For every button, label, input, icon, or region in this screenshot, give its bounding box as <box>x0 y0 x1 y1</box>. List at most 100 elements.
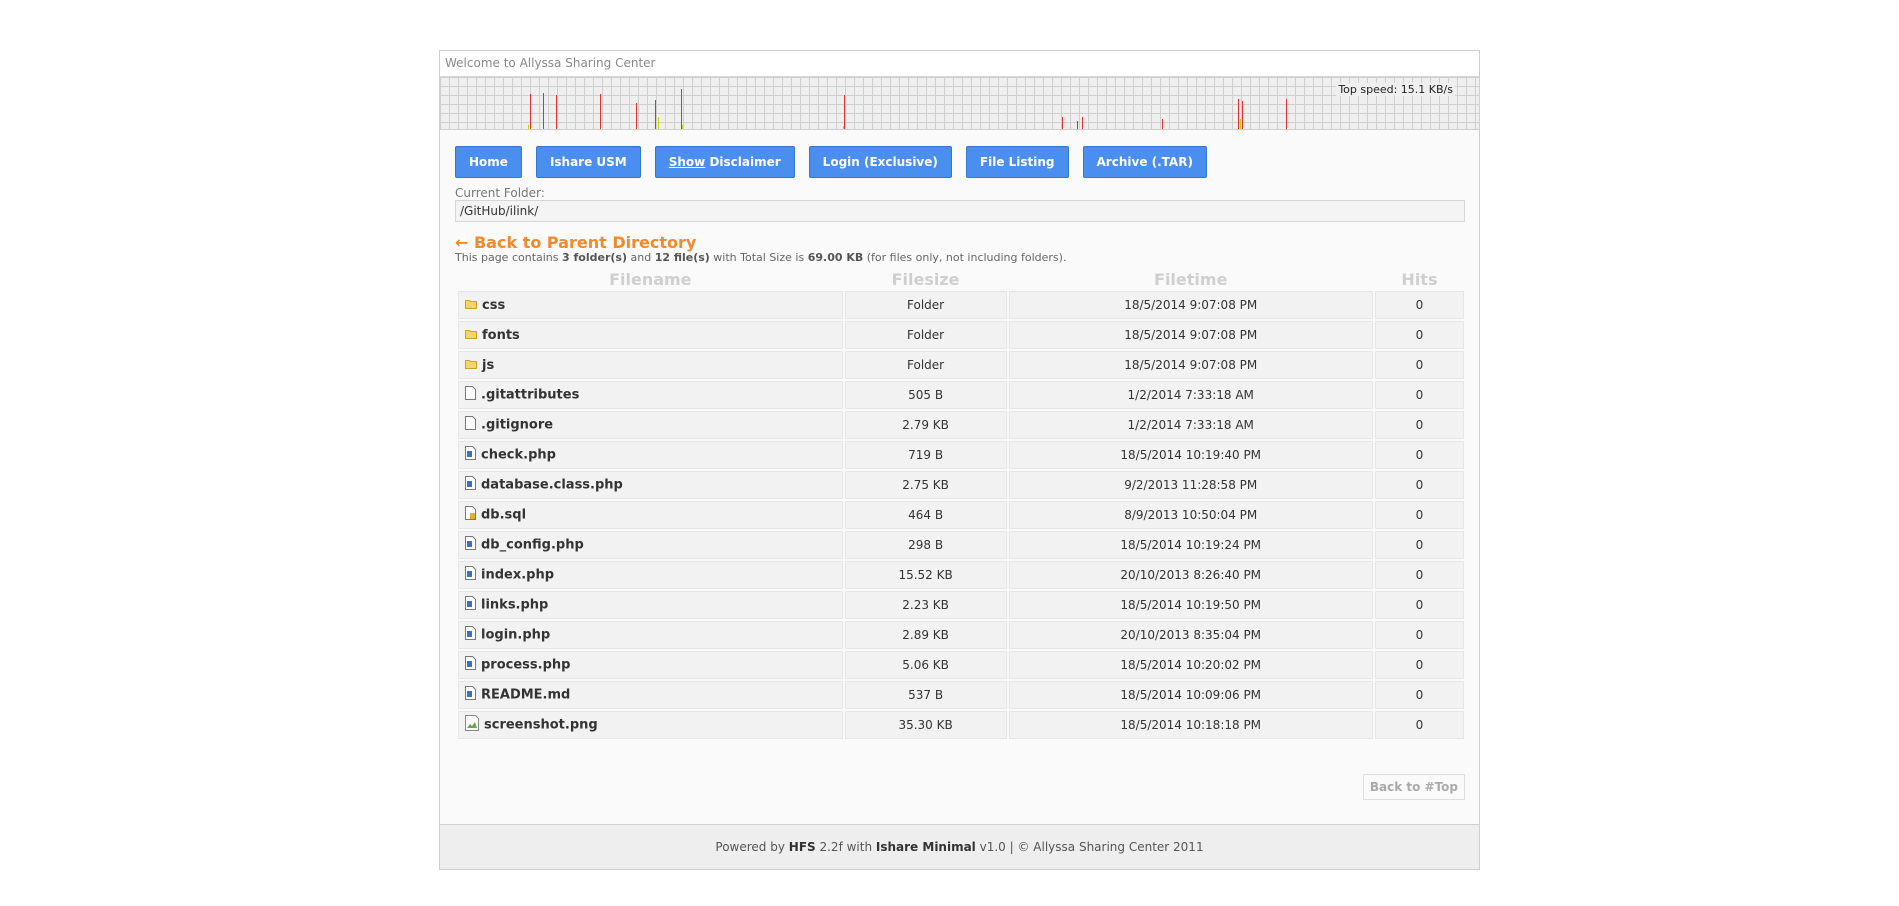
file-link[interactable]: .gitignore <box>481 418 553 433</box>
filetime-cell: 18/5/2014 10:18:18 PM <box>1008 711 1373 739</box>
filename-cell: check.php <box>458 441 843 469</box>
file-link[interactable]: check.php <box>481 448 556 463</box>
file-link[interactable]: js <box>482 358 494 373</box>
folder-icon <box>465 298 477 313</box>
filename-cell: db_config.php <box>458 531 843 559</box>
file-row: db.sql 464 B 8/9/2013 10:50:04 PM 0 <box>458 501 1464 529</box>
current-folder-label: Current Folder: <box>455 186 545 200</box>
hits-cell: 0 <box>1374 471 1464 499</box>
php-file-icon <box>465 476 476 494</box>
hits-cell: 0 <box>1374 621 1464 649</box>
hits-cell: 0 <box>1374 321 1464 349</box>
speed-graph-spike <box>528 125 529 129</box>
file-link[interactable]: index.php <box>481 568 554 583</box>
speed-graph-spike <box>1286 99 1287 129</box>
file-row: db_config.php 298 B 18/5/2014 10:19:24 PM 0 <box>458 531 1464 559</box>
ishare-usm-button[interactable]: Ishare USM <box>535 146 641 178</box>
filename-cell: screenshot.png <box>458 711 843 739</box>
file-link[interactable]: links.php <box>481 598 548 613</box>
file-icon <box>465 416 476 434</box>
footer: Powered by HFS 2.2f with Ishare Minimal … <box>440 824 1479 869</box>
filesize-cell: 505 B <box>844 381 1007 409</box>
welcome-banner: Welcome to Allyssa Sharing Center <box>440 51 1479 77</box>
filesize-cell: Folder <box>844 351 1007 379</box>
speed-graph-spike <box>556 95 557 129</box>
filesize-cell: 15.52 KB <box>844 561 1007 589</box>
php-file-icon <box>465 686 476 704</box>
filetime-cell: 8/9/2013 10:50:04 PM <box>1008 501 1373 529</box>
hfs-link[interactable]: HFS <box>789 840 816 854</box>
file-link[interactable]: database.class.php <box>481 478 623 493</box>
filetime-header[interactable]: Filetime <box>1009 271 1373 289</box>
filename-cell: process.php <box>458 651 843 679</box>
back-to-top-button[interactable]: Back to #Top <box>1362 774 1465 800</box>
file-link[interactable]: .gitattributes <box>481 388 579 403</box>
file-row: login.php 2.89 KB 20/10/2013 8:35:04 PM 0 <box>458 621 1464 649</box>
speed-graph-spike <box>844 95 845 129</box>
current-folder-path: /GitHub/ilink/ <box>455 200 1465 222</box>
speed-graph-spike <box>658 117 659 129</box>
filename-cell: fonts <box>458 321 843 349</box>
file-link[interactable]: db.sql <box>481 508 526 523</box>
hits-cell: 0 <box>1374 411 1464 439</box>
speed-graph-spike <box>1242 101 1243 129</box>
filesize-cell: 2.89 KB <box>844 621 1007 649</box>
file-link[interactable]: fonts <box>482 328 520 343</box>
filetime-cell: 9/2/2013 11:28:58 PM <box>1008 471 1373 499</box>
hits-header[interactable]: Hits <box>1375 271 1464 289</box>
hits-cell: 0 <box>1374 441 1464 469</box>
filesize-cell: 464 B <box>844 501 1007 529</box>
file-link[interactable]: README.md <box>481 688 570 703</box>
php-file-icon <box>465 656 476 674</box>
filename-header[interactable]: Filename <box>458 271 843 289</box>
parent-directory-link[interactable]: ← Back to Parent Directory <box>455 233 696 252</box>
filename-cell: .gitattributes <box>458 381 843 409</box>
file-link[interactable]: login.php <box>481 628 550 643</box>
file-link[interactable]: screenshot.png <box>484 718 598 733</box>
file-row: links.php 2.23 KB 18/5/2014 10:19:50 PM 0 <box>458 591 1464 619</box>
filetime-cell: 20/10/2013 8:35:04 PM <box>1008 621 1373 649</box>
file-icon <box>465 386 476 404</box>
login-button[interactable]: Login (Exclusive) <box>808 146 952 178</box>
php-file-icon <box>465 596 476 614</box>
php-file-icon <box>465 446 476 464</box>
file-row: index.php 15.52 KB 20/10/2013 8:26:40 PM 0 <box>458 561 1464 589</box>
broken-image-icon <box>465 715 479 735</box>
hits-cell: 0 <box>1374 681 1464 709</box>
filesize-cell: 35.30 KB <box>844 711 1007 739</box>
filetime-cell: 18/5/2014 10:19:40 PM <box>1008 441 1373 469</box>
file-link[interactable]: db_config.php <box>481 538 584 553</box>
filesize-cell: 5.06 KB <box>844 651 1007 679</box>
filename-cell: .gitignore <box>458 411 843 439</box>
file-row: js Folder 18/5/2014 9:07:08 PM 0 <box>458 351 1464 379</box>
filesize-cell: 2.75 KB <box>844 471 1007 499</box>
filesize-cell: 2.23 KB <box>844 591 1007 619</box>
hits-cell: 0 <box>1374 531 1464 559</box>
file-table: Filename Filesize Filetime Hits css Folde… <box>456 269 1466 741</box>
file-row: screenshot.png 35.30 KB 18/5/2014 10:18:18… <box>458 711 1464 739</box>
speed-graph-spike <box>681 89 682 129</box>
filetime-cell: 18/5/2014 10:19:24 PM <box>1008 531 1373 559</box>
sql-file-icon <box>465 506 476 524</box>
home-button[interactable]: Home <box>455 146 522 178</box>
file-row: process.php 5.06 KB 18/5/2014 10:20:02 PM 0 <box>458 651 1464 679</box>
show-disclaimer-button[interactable]: Show Disclaimer <box>654 146 795 178</box>
php-file-icon <box>465 626 476 644</box>
file-link[interactable]: css <box>482 298 505 313</box>
filetime-cell: 1/2/2014 7:33:18 AM <box>1008 411 1373 439</box>
speed-graph-spike <box>530 94 531 129</box>
filename-cell: links.php <box>458 591 843 619</box>
filename-cell: README.md <box>458 681 843 709</box>
file-link[interactable]: process.php <box>481 658 570 673</box>
hits-cell: 0 <box>1374 651 1464 679</box>
hits-cell: 0 <box>1374 291 1464 319</box>
filename-cell: database.class.php <box>458 471 843 499</box>
filesize-cell: Folder <box>844 321 1007 349</box>
template-link[interactable]: Ishare Minimal <box>876 840 976 854</box>
file-listing-button[interactable]: File Listing <box>965 146 1069 178</box>
filesize-header[interactable]: Filesize <box>845 271 1007 289</box>
archive-button[interactable]: Archive (.TAR) <box>1082 146 1207 178</box>
filesize-cell: Folder <box>844 291 1007 319</box>
speed-graph-spike <box>543 93 544 129</box>
speed-graph-spike <box>682 125 683 129</box>
